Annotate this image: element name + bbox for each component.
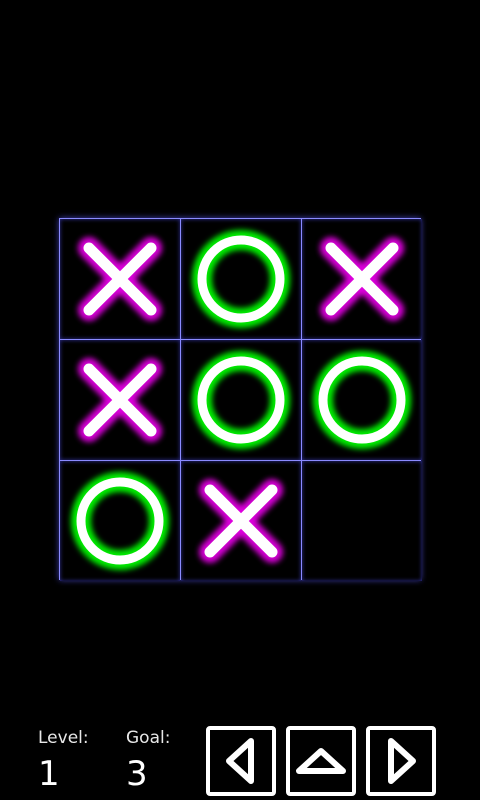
board-cell-2: [302, 219, 422, 339]
x-mark-icon: [78, 237, 162, 321]
level-value: 1: [38, 754, 60, 794]
board-cell-8[interactable]: [302, 461, 422, 581]
game-board: [59, 218, 422, 581]
triangle-left-icon: [226, 738, 254, 784]
triangle-up-icon: [296, 748, 346, 774]
triangle-right-icon: [388, 738, 416, 784]
o-mark-icon: [313, 351, 411, 449]
x-mark-icon: [320, 237, 404, 321]
board-cell-1: [181, 219, 301, 339]
o-mark-icon: [192, 351, 290, 449]
board-cell-5: [302, 340, 422, 460]
hud: Level: 1 Goal: 3: [0, 720, 480, 800]
goal-value: 3: [126, 754, 148, 794]
board-cell-7: [181, 461, 301, 581]
board-cell-4: [181, 340, 301, 460]
x-mark-icon: [199, 479, 283, 563]
goal-stat: Goal: 3: [126, 728, 170, 794]
left-button[interactable]: [206, 726, 276, 796]
x-mark-icon: [78, 358, 162, 442]
board-cell-0: [60, 219, 180, 339]
up-button[interactable]: [286, 726, 356, 796]
board-cell-3: [60, 340, 180, 460]
goal-label: Goal:: [126, 728, 171, 748]
o-mark-icon: [192, 230, 290, 328]
board-cell-6: [60, 461, 180, 581]
right-button[interactable]: [366, 726, 436, 796]
level-stat: Level: 1: [38, 728, 89, 794]
level-label: Level:: [38, 728, 89, 748]
o-mark-icon: [71, 472, 169, 570]
